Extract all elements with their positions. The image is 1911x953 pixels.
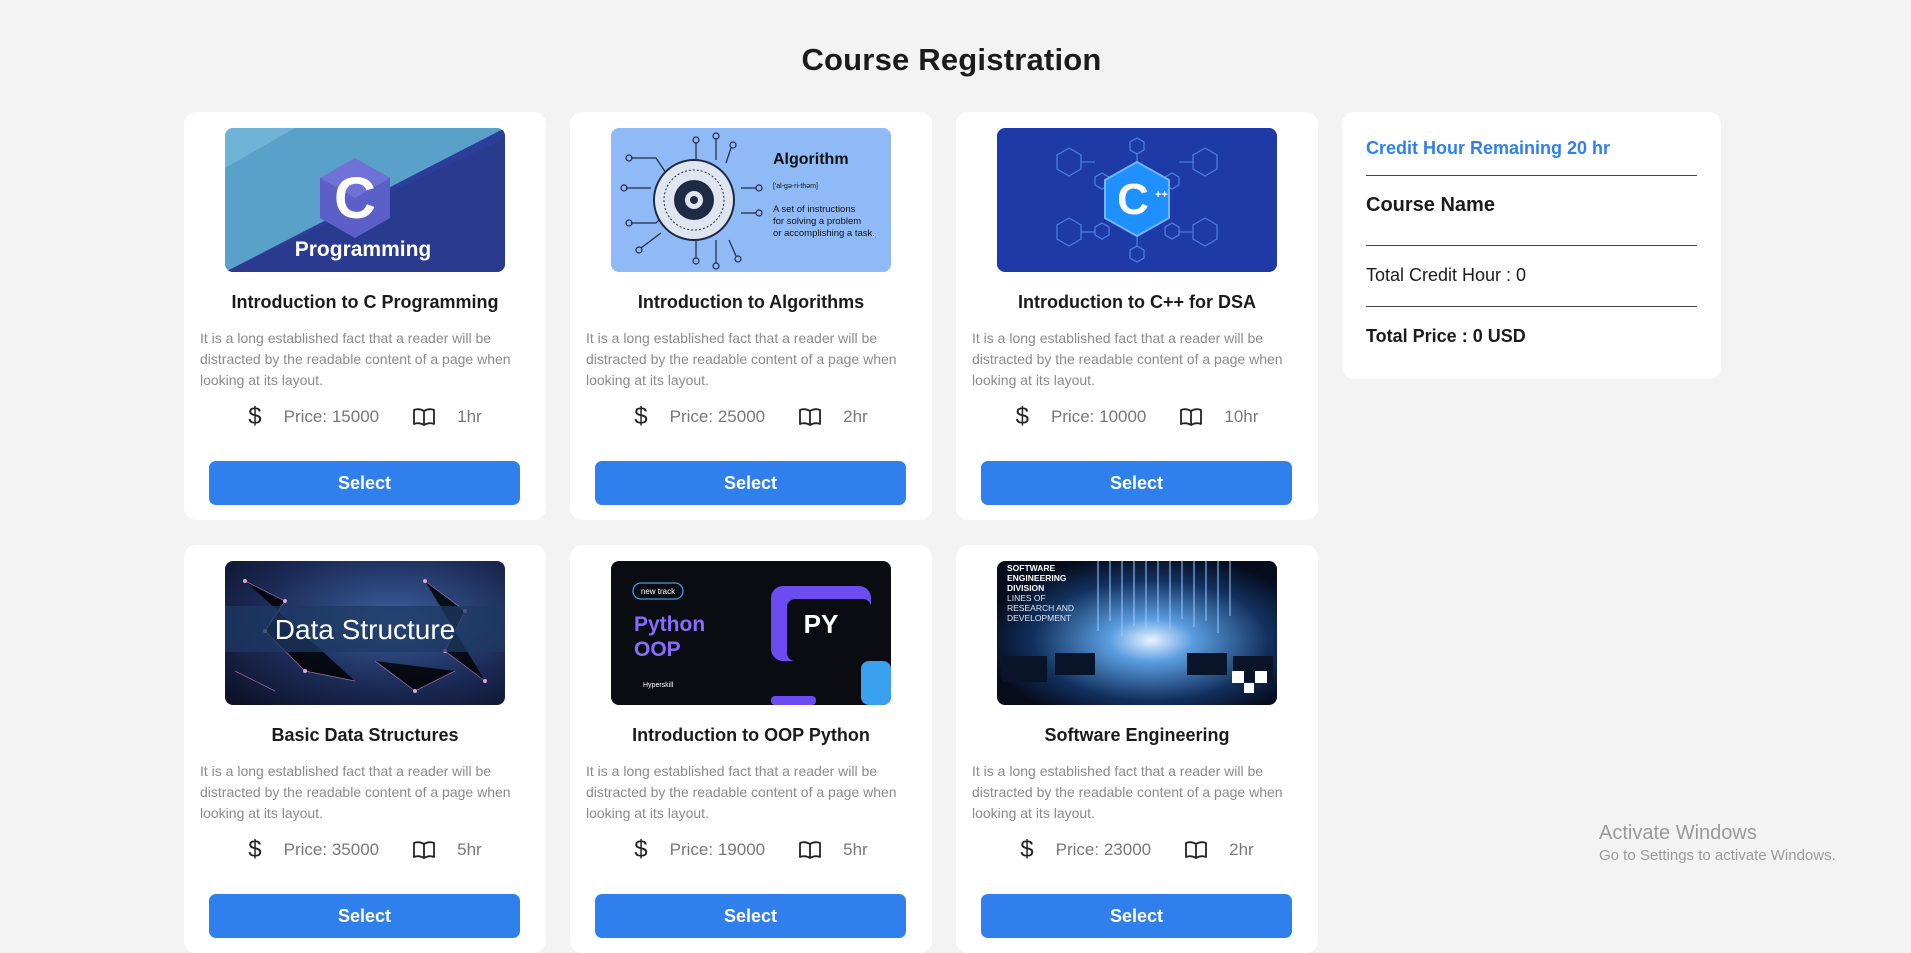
select-button[interactable]: Select [209, 894, 520, 938]
course-title: Introduction to Algorithms [637, 292, 865, 312]
svg-text:PY: PY [804, 609, 839, 639]
course-description: It is a long established fact that a rea… [972, 330, 1283, 388]
svg-text:A set of instructions: A set of instructions [773, 204, 856, 215]
svg-text:or accomplishing a task.: or accomplishing a task. [773, 228, 875, 239]
book-icon [413, 841, 436, 859]
watermark-title: Activate Windows [1599, 822, 1757, 844]
course-card: Data Structure Basic Data Structures It … [184, 545, 546, 953]
course-image-cpp: C ++ [997, 128, 1277, 272]
course-duration: 5hr [457, 840, 482, 859]
book-icon [1180, 408, 1203, 426]
credit-remaining: Credit Hour Remaining 20 hr [1366, 138, 1611, 158]
book-icon [1185, 841, 1208, 859]
course-image-software-engineering: SOFTWARE ENGINEERING DIVISION LINES OF R… [997, 561, 1277, 705]
book-icon [413, 408, 436, 426]
course-description: It is a long established fact that a rea… [586, 763, 897, 821]
dollar-icon: $ [248, 403, 262, 430]
course-title: Introduction to C++ for DSA [1018, 292, 1256, 312]
course-image-algorithm: Algorithm ['al-gə-ri-thəm] A set of inst… [611, 128, 891, 272]
svg-text:DEVELOPMENT: DEVELOPMENT [1007, 613, 1071, 623]
svg-text:for solving a problem: for solving a problem [773, 216, 861, 227]
page-title: Course Registration [801, 42, 1102, 77]
course-price: Price: 23000 [1055, 840, 1152, 859]
course-image-python-oop: new track Python OOP PY Hyperskill [611, 561, 891, 705]
course-title: Introduction to C Programming [231, 292, 499, 312]
course-name-heading: Course Name [1366, 194, 1495, 216]
course-meta: $ Price: 19000 5hr [586, 838, 916, 862]
course-description: It is a long established fact that a rea… [586, 330, 897, 388]
svg-text:Python: Python [634, 613, 705, 636]
svg-text:Algorithm: Algorithm [773, 151, 849, 168]
dollar-icon: $ [248, 836, 262, 863]
dollar-icon: $ [1015, 403, 1029, 430]
course-grid: C Programming Introduction to C Programm… [184, 112, 1318, 953]
course-title: Basic Data Structures [271, 725, 459, 745]
dollar-icon: $ [634, 403, 648, 430]
svg-text:C: C [334, 166, 376, 231]
course-card: SOFTWARE ENGINEERING DIVISION LINES OF R… [956, 545, 1318, 953]
course-duration: 1hr [457, 407, 482, 426]
svg-text:SOFTWARE: SOFTWARE [1007, 563, 1055, 573]
course-price: Price: 10000 [1050, 407, 1147, 426]
course-duration: 5hr [843, 840, 868, 859]
course-description: It is a long established fact that a rea… [200, 763, 511, 821]
svg-text:++: ++ [1155, 189, 1168, 201]
svg-text:LINES OF: LINES OF [1007, 593, 1046, 603]
select-button[interactable]: Select [981, 894, 1292, 938]
course-image-c-programming: C Programming [225, 128, 505, 272]
svg-text:Programming: Programming [295, 238, 432, 261]
svg-text:C: C [1117, 175, 1149, 224]
course-card: new track Python OOP PY Hyperskill Intro… [570, 545, 932, 953]
select-button[interactable]: Select [981, 461, 1292, 505]
dollar-icon: $ [1020, 836, 1034, 863]
course-image-data-structure: Data Structure [225, 561, 505, 705]
course-meta: $ Price: 23000 2hr [972, 838, 1302, 862]
course-duration: 2hr [1229, 840, 1254, 859]
course-description: It is a long established fact that a rea… [972, 763, 1283, 821]
total-price: Total Price : 0 USD [1366, 326, 1526, 346]
course-card: C Programming Introduction to C Programm… [184, 112, 546, 520]
course-price: Price: 15000 [283, 407, 380, 426]
course-price: Price: 19000 [669, 840, 766, 859]
svg-text:Data Structure: Data Structure [275, 614, 456, 645]
course-duration: 2hr [843, 407, 868, 426]
course-price: Price: 25000 [669, 407, 766, 426]
svg-text:OOP: OOP [634, 638, 681, 661]
svg-text:['al-gə-ri-thəm]: ['al-gə-ri-thəm] [773, 183, 818, 190]
course-price: Price: 35000 [283, 840, 380, 859]
cart-summary: Credit Hour Remaining 20 hr Course Name … [1342, 112, 1721, 379]
select-button[interactable]: Select [209, 461, 520, 505]
total-credit-hour: Total Credit Hour : 0 [1366, 265, 1527, 285]
activate-windows-watermark: Activate Windows Go to Settings to activ… [1599, 822, 1836, 864]
course-meta: $ Price: 10000 10hr [972, 405, 1302, 429]
svg-text:RESEARCH AND: RESEARCH AND [1007, 603, 1074, 613]
select-button[interactable]: Select [595, 894, 906, 938]
svg-text:ENGINEERING: ENGINEERING [1007, 573, 1067, 583]
course-meta: $ Price: 35000 5hr [200, 838, 530, 862]
course-meta: $ Price: 25000 2hr [586, 405, 916, 429]
dollar-icon: $ [634, 836, 648, 863]
select-button[interactable]: Select [595, 461, 906, 505]
course-description: It is a long established fact that a rea… [200, 330, 511, 388]
course-duration: 10hr [1224, 407, 1259, 426]
course-title: Introduction to OOP Python [632, 725, 870, 745]
svg-text:Hyperskill: Hyperskill [643, 682, 674, 689]
svg-text:DIVISION: DIVISION [1007, 583, 1044, 593]
course-card: C ++ Introduction to C++ for DSA It is a… [956, 112, 1318, 520]
course-card: Algorithm ['al-gə-ri-thəm] A set of inst… [570, 112, 932, 520]
book-icon [799, 408, 822, 426]
book-icon [799, 841, 822, 859]
course-title: Software Engineering [1044, 725, 1230, 745]
watermark-subtitle: Go to Settings to activate Windows. [1599, 847, 1836, 864]
course-meta: $ Price: 15000 1hr [200, 405, 530, 429]
svg-text:new track: new track [641, 587, 676, 596]
